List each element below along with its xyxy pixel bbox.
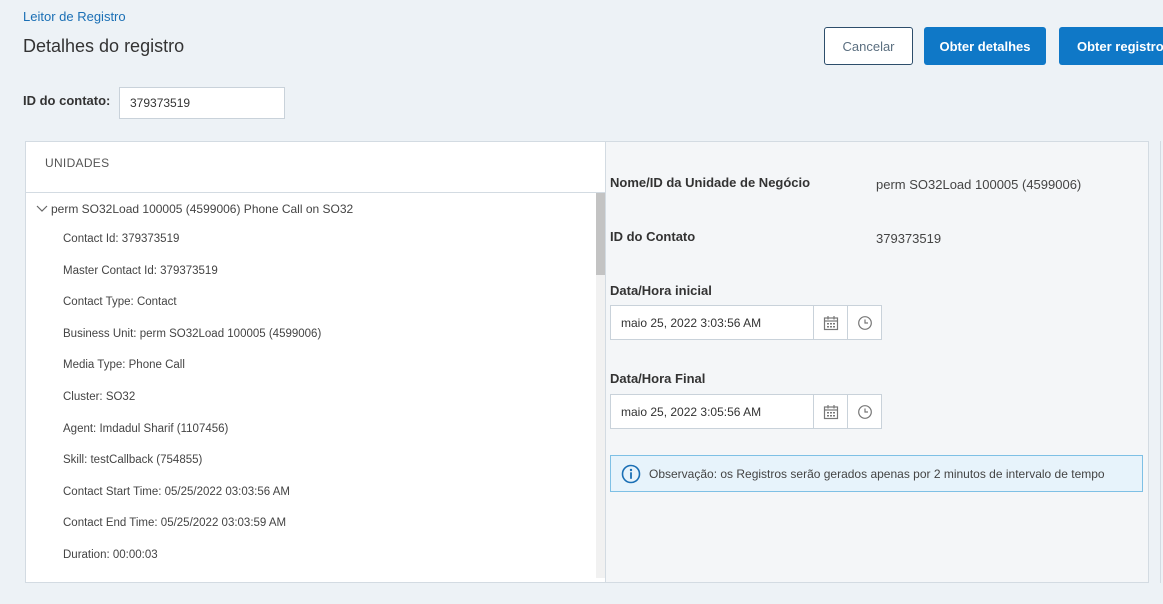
time-interval-note: Observação: os Registros serão gerados a… <box>610 455 1143 492</box>
end-datetime-picker: maio 25, 2022 3:05:56 AM <box>610 394 882 429</box>
info-icon <box>621 464 641 483</box>
contact-id-input[interactable] <box>119 87 285 119</box>
end-datetime-label: Data/Hora Final <box>610 371 706 386</box>
chevron-down-icon[interactable] <box>35 203 49 215</box>
tree-item: Business Unit: perm SO32Load 100005 (459… <box>63 328 322 340</box>
tree-item: Contact Type: Contact <box>63 296 177 308</box>
business-unit-label: Nome/ID da Unidade de Negócio <box>610 175 811 190</box>
tree-item: Media Type: Phone Call <box>63 359 185 371</box>
cancel-button[interactable]: Cancelar <box>824 27 913 65</box>
start-datetime-input[interactable]: maio 25, 2022 3:03:56 AM <box>610 305 814 340</box>
tree-item: Contact End Time: 05/25/2022 03:03:59 AM <box>63 517 287 529</box>
units-title: UNIDADES <box>45 156 110 170</box>
units-tree: perm SO32Load 100005 (4599006) Phone Cal… <box>26 193 605 582</box>
tree-item: Contact Id: 379373519 <box>63 233 180 245</box>
note-text: Observação: os Registros serão gerados a… <box>649 466 1105 481</box>
tree-node-label[interactable]: perm SO32Load 100005 (4599006) Phone Cal… <box>51 202 353 216</box>
details-panel: UNIDADES perm SO32Load 100005 (4599006) … <box>25 141 1149 583</box>
page-title: Detalhes do registro <box>23 36 185 56</box>
contact-id-label: ID do contato: <box>23 93 111 108</box>
business-unit-value: perm SO32Load 100005 (4599006) <box>876 177 1082 192</box>
contact-id-detail-label: ID do Contato <box>610 229 696 244</box>
clock-icon <box>857 315 872 330</box>
tree-scrollbar[interactable] <box>596 193 605 578</box>
start-datetime-picker: maio 25, 2022 3:03:56 AM <box>610 305 882 340</box>
contact-id-detail-value: 379373519 <box>876 231 942 246</box>
tree-item: Master Contact Id: 379373519 <box>63 265 218 277</box>
units-pane: UNIDADES perm SO32Load 100005 (4599006) … <box>26 142 606 582</box>
start-datetime-label: Data/Hora inicial <box>610 283 712 298</box>
clock-icon <box>857 404 872 419</box>
tree-node-call[interactable]: perm SO32Load 100005 (4599006) Phone Cal… <box>35 202 353 216</box>
tree-item: Skill: testCallback (754855) <box>63 454 203 466</box>
end-time-button[interactable] <box>848 394 882 429</box>
tree-item: Cluster: SO32 <box>63 391 136 403</box>
tree-item: Duration: 00:00:03 <box>63 549 158 561</box>
calendar-icon <box>823 404 838 419</box>
start-time-button[interactable] <box>848 305 882 340</box>
tree-scrollbar-thumb[interactable] <box>596 193 605 275</box>
tree-item: Agent: Imdadul Sharif (1107456) <box>63 423 229 435</box>
end-date-button[interactable] <box>814 394 848 429</box>
breadcrumb-leitor-de-registro[interactable]: Leitor de Registro <box>23 9 126 24</box>
end-datetime-input[interactable]: maio 25, 2022 3:05:56 AM <box>610 394 814 429</box>
start-date-button[interactable] <box>814 305 848 340</box>
panel-edge <box>1160 141 1161 583</box>
tree-item: Contact Start Time: 05/25/2022 03:03:56 … <box>63 486 290 498</box>
units-header: UNIDADES <box>26 142 605 193</box>
calendar-icon <box>823 315 838 330</box>
record-details-pane: Nome/ID da Unidade de Negócio perm SO32L… <box>606 142 1148 582</box>
get-details-button[interactable]: Obter detalhes <box>924 27 1046 65</box>
get-logs-button[interactable]: Obter registros <box>1059 27 1163 65</box>
